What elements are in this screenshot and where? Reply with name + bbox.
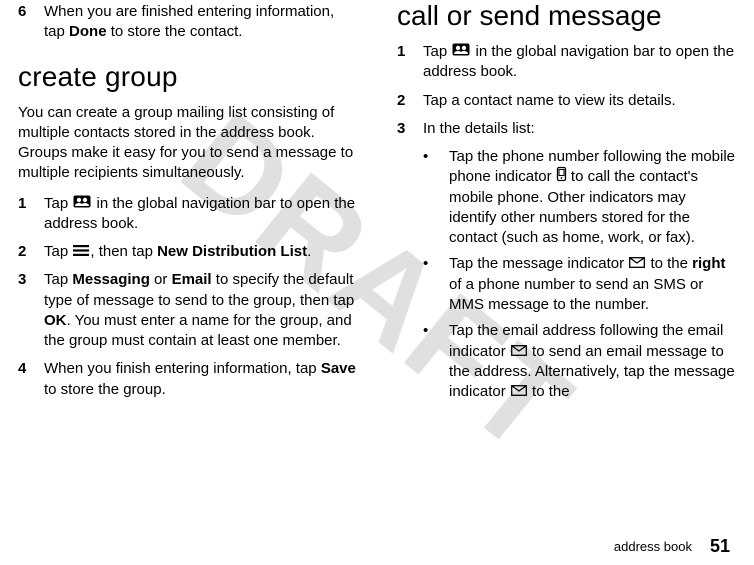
page-footer: address book 51 <box>614 536 730 557</box>
text: to the <box>528 383 570 400</box>
ok-label: OK <box>44 312 67 329</box>
left-column: 6 When you are finished entering informa… <box>18 0 357 530</box>
heading-call-send: call or send message <box>397 0 736 32</box>
save-label: Save <box>321 360 356 377</box>
bullet-marker: • <box>423 321 449 402</box>
bullet-body: Tap the email address following the emai… <box>449 321 736 402</box>
text: . <box>307 243 311 260</box>
step-number: 1 <box>397 42 423 83</box>
text: of a phone number to send an SMS or MMS … <box>449 276 703 313</box>
step-2: 2 Tap , then tap New Distribution List. <box>18 242 357 262</box>
step-number: 3 <box>397 119 423 139</box>
bullet-item: • Tap the phone number following the mob… <box>423 147 736 248</box>
menu-icon <box>73 242 89 262</box>
text: to store the group. <box>44 381 166 398</box>
step-body: In the details list: <box>423 119 535 139</box>
step-body: When you finish entering information, ta… <box>44 359 357 400</box>
step-1: 1 Tap in the global navigation bar to op… <box>397 42 736 83</box>
address-book-icon <box>73 194 91 214</box>
step-body: Tap in the global navigation bar to open… <box>423 42 736 83</box>
step-number: 2 <box>397 91 423 111</box>
heading-create-group: create group <box>18 61 357 93</box>
step-body: Tap a contact name to view its details. <box>423 91 676 111</box>
bullet-item: • Tap the message indicator to the right… <box>423 254 736 315</box>
step-4: 4 When you finish entering information, … <box>18 359 357 400</box>
text: Tap <box>423 43 451 60</box>
step-number: 2 <box>18 242 44 262</box>
text: or <box>150 271 172 288</box>
bullet-marker: • <box>423 147 449 248</box>
footer-section-label: address book <box>614 539 692 554</box>
mobile-phone-icon <box>557 167 566 187</box>
step-number: 3 <box>18 270 44 351</box>
text: . You must enter a name for the group, a… <box>44 312 352 349</box>
step-3: 3 In the details list: <box>397 119 736 139</box>
text: to the <box>646 256 692 273</box>
step-number: 6 <box>18 2 44 43</box>
right-column: call or send message 1 Tap in the global… <box>397 0 736 530</box>
step-6: 6 When you are finished entering informa… <box>18 2 357 43</box>
text: Tap the message indicator <box>449 256 628 273</box>
new-dist-list-label: New Distribution List <box>157 243 307 260</box>
step-body: Tap Messaging or Email to specify the de… <box>44 270 357 351</box>
step-3: 3 Tap Messaging or Email to specify the … <box>18 270 357 351</box>
step-number: 4 <box>18 359 44 400</box>
bullet-list: • Tap the phone number following the mob… <box>397 147 736 402</box>
bullet-body: Tap the phone number following the mobil… <box>449 147 736 248</box>
text: to store the contact. <box>107 23 243 40</box>
text: Tap <box>44 195 72 212</box>
page-number: 51 <box>710 536 730 556</box>
text: , then tap <box>90 243 157 260</box>
messaging-label: Messaging <box>72 271 150 288</box>
bullet-item: • Tap the email address following the em… <box>423 321 736 402</box>
text: Tap <box>44 243 72 260</box>
text: Tap <box>44 271 72 288</box>
intro-paragraph: You can create a group mailing list cons… <box>18 103 357 184</box>
step-body: Tap in the global navigation bar to open… <box>44 194 357 235</box>
envelope-icon <box>629 254 645 274</box>
bullet-body: Tap the message indicator to the right o… <box>449 254 736 315</box>
step-2: 2 Tap a contact name to view its details… <box>397 91 736 111</box>
email-label: Email <box>172 271 212 288</box>
envelope-icon <box>511 382 527 402</box>
step-body: Tap , then tap New Distribution List. <box>44 242 311 262</box>
address-book-icon <box>452 42 470 62</box>
bullet-marker: • <box>423 254 449 315</box>
step-number: 1 <box>18 194 44 235</box>
done-label: Done <box>69 23 107 40</box>
page-content: 6 When you are finished entering informa… <box>0 0 754 530</box>
right-label: right <box>692 256 725 273</box>
text: When you finish entering information, ta… <box>44 360 321 377</box>
step-1: 1 Tap in the global navigation bar to op… <box>18 194 357 235</box>
envelope-icon <box>511 342 527 362</box>
step-body: When you are finished entering informati… <box>44 2 357 43</box>
